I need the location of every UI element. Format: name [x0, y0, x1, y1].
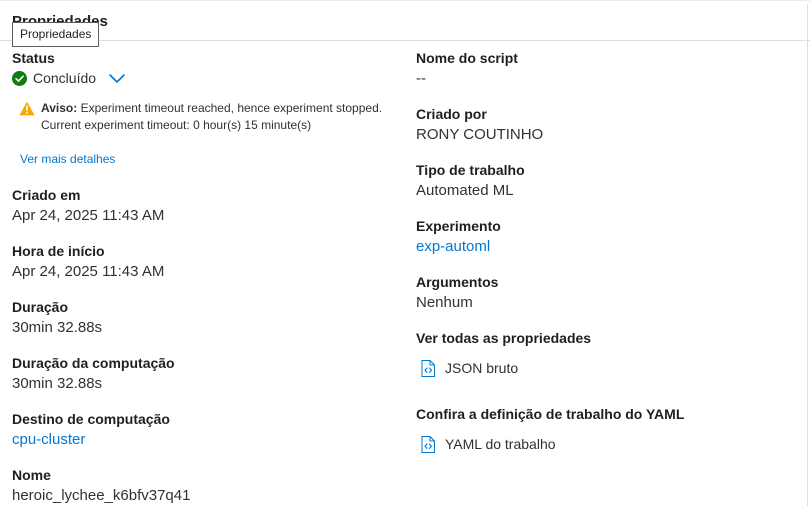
created-on-label: Criado em	[12, 187, 81, 203]
experiment-label: Experimento	[416, 218, 501, 234]
status-label: Status	[12, 50, 55, 66]
job-yaml-label: YAML do trabalho	[445, 436, 556, 452]
warning-icon	[19, 101, 35, 116]
view-more-details-link[interactable]: Ver mais detalhes	[20, 152, 115, 166]
status-value: Concluído	[33, 70, 97, 86]
raw-json-link[interactable]: JSON bruto	[421, 358, 518, 378]
created-on-value: Apr 24, 2025 11:43 AM	[12, 207, 165, 224]
start-time-value: Apr 24, 2025 11:43 AM	[12, 263, 165, 280]
yaml-definition-label: Confira a definição de trabalho do YAML	[416, 406, 685, 422]
chevron-down-icon[interactable]	[108, 72, 126, 84]
panel-header: Propriedades	[0, 4, 810, 41]
raw-json-label: JSON bruto	[445, 360, 519, 376]
created-by-label: Criado por	[416, 106, 487, 122]
script-name-value: --	[416, 70, 426, 87]
warning-line-1: Experiment timeout reached, hence experi…	[80, 101, 383, 115]
name-label: Nome	[12, 467, 51, 483]
tooltip: Propriedades	[12, 22, 100, 47]
all-properties-label: Ver todas as propriedades	[416, 330, 592, 346]
compute-target-label: Destino de computação	[12, 411, 170, 427]
arguments-label: Argumentos	[416, 274, 499, 290]
warning-text: Aviso: Experiment timeout reached, hence…	[41, 100, 382, 134]
name-value: heroic_lychee_k6bfv37q41	[12, 487, 191, 504]
job-type-label: Tipo de trabalho	[416, 162, 525, 178]
script-name-label: Nome do script	[416, 50, 518, 66]
status-row: Concluído	[12, 69, 126, 87]
arguments-value: Nenhum	[416, 294, 473, 311]
compute-duration-label: Duração da computação	[12, 355, 175, 371]
duration-label: Duração	[12, 299, 69, 315]
warning-prefix: Aviso:	[41, 101, 78, 115]
start-time-label: Hora de início	[12, 243, 105, 259]
code-file-icon	[421, 359, 435, 377]
created-by-value: RONY COUTINHO	[416, 126, 544, 143]
duration-value: 30min 32.88s	[12, 319, 103, 336]
warning-line-2: Current experiment timeout: 0 hour(s) 15…	[41, 118, 312, 132]
compute-target-link[interactable]: cpu-cluster	[12, 431, 85, 448]
success-check-icon	[12, 70, 27, 86]
job-yaml-link[interactable]: YAML do trabalho	[421, 434, 556, 454]
code-file-icon	[421, 435, 435, 453]
compute-duration-value: 30min 32.88s	[12, 375, 103, 392]
experiment-link[interactable]: exp-automl	[416, 238, 490, 255]
job-type-value: Automated ML	[416, 182, 514, 199]
panel-right-border	[807, 4, 808, 506]
